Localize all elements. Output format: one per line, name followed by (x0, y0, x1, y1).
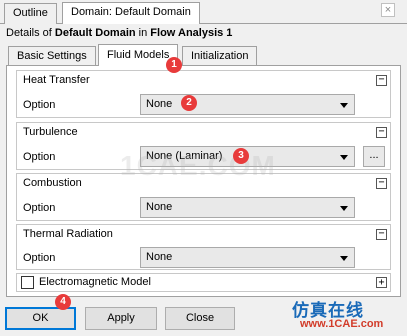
combustion-option-select[interactable]: None (140, 197, 355, 218)
turbulence-option-value: None (Laminar) (146, 150, 223, 162)
inner-tab-bar: Basic Settings Fluid Models Initializati… (6, 44, 401, 66)
collapse-heat-transfer-icon[interactable]: − (376, 75, 387, 86)
electromagnetic-model-label: Electromagnetic Model (39, 276, 151, 288)
details-heading: Details of Default Domain in Flow Analys… (6, 25, 232, 41)
thermal-radiation-option-value: None (146, 251, 173, 263)
dropdown-arrow-icon (340, 155, 348, 160)
close-button[interactable]: Close (165, 307, 235, 330)
ok-button[interactable]: OK (5, 307, 76, 330)
thermal-radiation-option-select[interactable]: None (140, 247, 355, 268)
details-object: Default Domain (54, 27, 136, 39)
turbulence-more-button[interactable]: ... (363, 146, 385, 167)
fluid-models-panel: Heat Transfer − Option None Turbulence −… (6, 65, 401, 297)
thermal-radiation-title: Thermal Radiation (23, 228, 113, 240)
tab-domain-default[interactable]: Domain: Default Domain (62, 2, 200, 24)
heat-transfer-option-value: None (146, 98, 173, 110)
heat-transfer-title: Heat Transfer (23, 74, 90, 86)
details-prefix: Details of (6, 27, 55, 39)
tab-outline[interactable]: Outline (4, 3, 57, 24)
turbulence-option-label: Option (23, 151, 56, 163)
expand-electromagnetic-icon[interactable]: + (376, 277, 387, 288)
collapse-turbulence-icon[interactable]: − (376, 127, 387, 138)
group-heat-transfer: Heat Transfer − Option None (16, 70, 391, 118)
apply-button[interactable]: Apply (85, 307, 157, 330)
turbulence-title: Turbulence (23, 126, 78, 138)
close-icon[interactable]: × (381, 3, 395, 17)
annotation-badge-1: 1 (166, 57, 182, 73)
combustion-title: Combustion (23, 177, 82, 189)
group-thermal-radiation: Thermal Radiation − Option None (16, 224, 391, 270)
thermal-radiation-option-label: Option (23, 252, 56, 264)
annotation-badge-2: 2 (181, 95, 197, 111)
dropdown-arrow-icon (340, 103, 348, 108)
dropdown-arrow-icon (340, 256, 348, 261)
group-electromagnetic-model: Electromagnetic Model + (16, 273, 391, 292)
electromagnetic-model-checkbox[interactable] (21, 276, 34, 289)
details-context: Flow Analysis 1 (150, 27, 233, 39)
annotation-badge-3: 3 (233, 148, 249, 164)
annotation-badge-4: 4 (55, 294, 71, 310)
heat-transfer-option-label: Option (23, 99, 56, 111)
watermark-url-text: www.1CAE.com (300, 318, 384, 330)
details-middle: in (135, 27, 151, 39)
collapse-thermal-radiation-icon[interactable]: − (376, 229, 387, 240)
tab-basic-settings[interactable]: Basic Settings (8, 46, 96, 66)
top-tab-bar: Outline Domain: Default Domain × (0, 0, 407, 24)
group-turbulence: Turbulence − Option None (Laminar) ... (16, 122, 391, 170)
combustion-option-value: None (146, 201, 173, 213)
heat-transfer-option-select[interactable]: None (140, 94, 355, 115)
dropdown-arrow-icon (340, 206, 348, 211)
group-combustion: Combustion − Option None (16, 173, 391, 221)
tab-initialization[interactable]: Initialization (182, 46, 258, 66)
combustion-option-label: Option (23, 202, 56, 214)
collapse-combustion-icon[interactable]: − (376, 178, 387, 189)
